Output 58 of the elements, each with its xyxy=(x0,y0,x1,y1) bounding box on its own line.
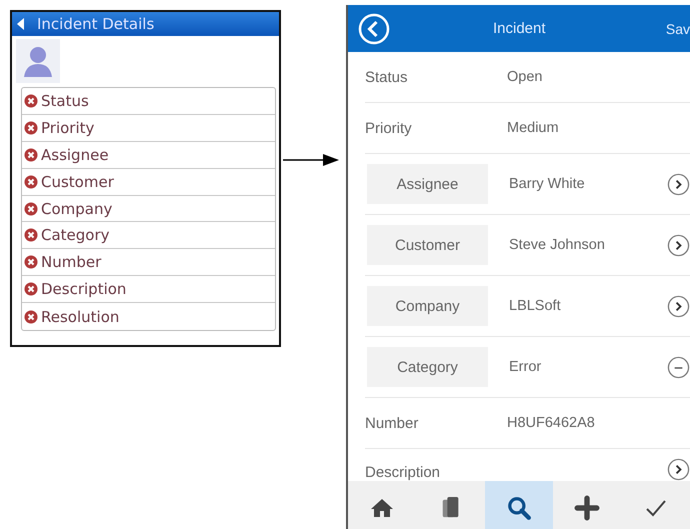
lookup-button[interactable]: Category xyxy=(367,347,488,387)
panel-title: Incident Details xyxy=(37,15,154,33)
remove-icon[interactable] xyxy=(24,94,38,108)
field-label: Assignee xyxy=(41,146,109,164)
avatar-icon xyxy=(16,39,60,83)
minus-circle-icon[interactable] xyxy=(667,356,690,378)
remove-icon[interactable] xyxy=(24,310,38,324)
field-label: Customer xyxy=(41,172,114,191)
remove-icon[interactable] xyxy=(24,228,38,242)
field-item[interactable]: Description xyxy=(22,276,276,304)
save-button[interactable]: Sav xyxy=(662,20,690,36)
field-label: Description xyxy=(365,464,442,481)
screen-title: Incident xyxy=(493,20,546,37)
field-item[interactable]: Number xyxy=(22,249,276,276)
field-value: H8UF6462A8 xyxy=(507,415,595,431)
back-icon[interactable] xyxy=(17,18,25,30)
remove-icon[interactable] xyxy=(24,174,38,189)
lookup-button[interactable]: Assignee xyxy=(367,164,488,204)
field-item[interactable]: Resolution xyxy=(22,303,276,330)
remove-icon[interactable] xyxy=(24,255,38,270)
chevron-right-icon[interactable] xyxy=(667,458,690,481)
field-item[interactable]: Assignee xyxy=(22,142,276,169)
remove-icon[interactable] xyxy=(24,148,38,162)
field-item[interactable]: Customer xyxy=(22,168,276,196)
lookup-button[interactable]: Company xyxy=(367,286,488,326)
arrow-icon xyxy=(283,152,340,168)
plus-icon xyxy=(574,495,600,521)
field-label: Number xyxy=(365,414,420,432)
back-icon[interactable] xyxy=(358,12,390,44)
field-label: Priority xyxy=(365,120,413,136)
field-label: Status xyxy=(41,92,89,110)
field-label: Resolution xyxy=(41,308,120,326)
search-icon xyxy=(506,495,532,521)
chevron-right-icon[interactable] xyxy=(667,294,690,318)
remove-icon[interactable] xyxy=(24,202,38,216)
field-label: Status xyxy=(365,68,409,86)
field-value: Barry White xyxy=(509,176,585,192)
field-label: Company xyxy=(41,200,112,218)
remove-icon[interactable] xyxy=(24,282,38,296)
tab-button[interactable] xyxy=(484,481,554,529)
field-value: Open xyxy=(507,69,542,85)
field-label: Number xyxy=(41,253,102,272)
chevron-right-icon[interactable] xyxy=(667,172,690,196)
chevron-right-icon[interactable] xyxy=(667,234,690,256)
field-label: Category xyxy=(41,226,110,244)
field-item[interactable]: Priority xyxy=(22,114,276,142)
field-item[interactable]: Status xyxy=(22,88,276,115)
field-label: Description xyxy=(41,280,126,298)
lookup-button[interactable]: Customer xyxy=(367,225,488,265)
field-value: Steve Johnson xyxy=(509,237,605,253)
field-label: Priority xyxy=(41,118,94,137)
field-value: Medium xyxy=(507,120,559,136)
field-item[interactable]: Category xyxy=(22,222,276,250)
field-item[interactable]: Company xyxy=(22,196,276,222)
field-value: Error xyxy=(509,359,542,375)
field-value: LBLSoft xyxy=(509,298,561,314)
remove-icon[interactable] xyxy=(24,120,38,135)
home-icon xyxy=(370,496,394,520)
